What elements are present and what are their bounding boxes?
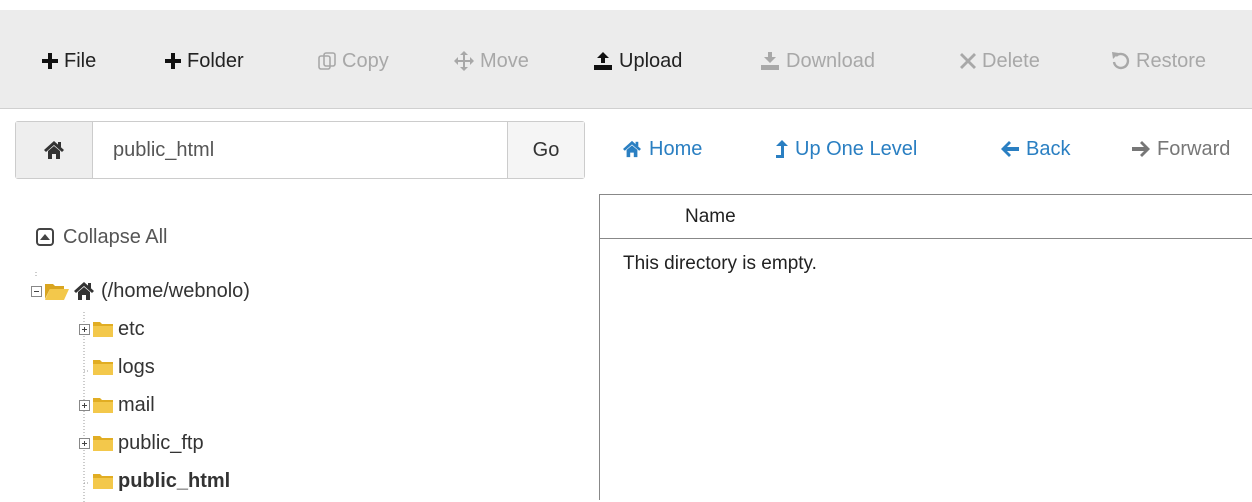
path-bar: Go bbox=[15, 121, 585, 179]
go-button[interactable]: Go bbox=[507, 122, 584, 178]
tree-item-label: mail bbox=[118, 394, 155, 416]
new-folder-label: Folder bbox=[187, 50, 244, 72]
nav-forward-link[interactable]: Forward bbox=[1132, 134, 1230, 164]
folder-icon bbox=[93, 360, 113, 375]
tree-item-public-html[interactable]: public_html bbox=[92, 466, 230, 496]
tree-item-logs[interactable]: logs bbox=[92, 352, 155, 382]
tree-item-public-ftp[interactable]: public_ftp bbox=[79, 428, 204, 458]
arrow-left-icon bbox=[1001, 141, 1019, 157]
collapse-all-label: Collapse All bbox=[63, 226, 168, 248]
plus-icon bbox=[165, 53, 181, 69]
folder-open-icon bbox=[45, 284, 69, 300]
collapse-all-button[interactable]: Collapse All bbox=[36, 222, 168, 252]
download-icon bbox=[761, 52, 779, 70]
copy-button[interactable]: Copy bbox=[318, 46, 389, 76]
collapse-expander-icon[interactable] bbox=[31, 285, 42, 297]
delete-label: Delete bbox=[982, 50, 1040, 72]
column-header-name[interactable]: Name bbox=[685, 195, 736, 239]
tree-item-label: etc bbox=[118, 318, 145, 340]
restore-button[interactable]: Restore bbox=[1112, 46, 1206, 76]
tree-item-label: logs bbox=[118, 356, 155, 378]
folder-icon bbox=[93, 398, 113, 413]
expand-plus-icon[interactable] bbox=[79, 399, 90, 411]
file-list-header: Name bbox=[600, 195, 1252, 239]
path-input[interactable] bbox=[93, 122, 508, 178]
new-file-button[interactable]: File bbox=[42, 46, 96, 76]
tree-item-mail[interactable]: mail bbox=[79, 390, 155, 420]
expand-plus-icon[interactable] bbox=[79, 437, 90, 449]
arrow-right-icon bbox=[1132, 141, 1150, 157]
tree-item-label: public_html bbox=[118, 470, 231, 492]
move-label: Move bbox=[480, 50, 529, 72]
download-button[interactable]: Download bbox=[760, 46, 875, 76]
tree-connector-lines bbox=[35, 272, 90, 502]
delete-icon bbox=[960, 53, 976, 69]
copy-icon bbox=[318, 52, 336, 70]
upload-label: Upload bbox=[619, 50, 683, 72]
tree-root[interactable]: (/home/webnolo) bbox=[31, 276, 250, 306]
restore-icon bbox=[1112, 52, 1130, 70]
toolbar: File Folder Copy Move Upload Download De… bbox=[0, 10, 1252, 109]
plus-icon bbox=[42, 53, 58, 69]
empty-directory-message: This directory is empty. bbox=[623, 253, 817, 274]
upload-button[interactable]: Upload bbox=[593, 46, 682, 76]
delete-button[interactable]: Delete bbox=[960, 46, 1040, 76]
path-home-button[interactable] bbox=[16, 122, 93, 178]
tree-item-label: public_ftp bbox=[118, 432, 204, 454]
nav-home-label: Home bbox=[649, 138, 703, 160]
nav-back-link[interactable]: Back bbox=[1001, 134, 1070, 164]
folder-icon bbox=[93, 436, 113, 451]
move-button[interactable]: Move bbox=[454, 46, 529, 76]
level-up-icon bbox=[776, 140, 788, 158]
new-folder-button[interactable]: Folder bbox=[165, 46, 244, 76]
collapse-icon bbox=[36, 228, 54, 246]
file-list-panel: Name This directory is empty. bbox=[599, 194, 1252, 500]
tree-item-etc[interactable]: etc bbox=[79, 314, 145, 344]
nav-back-label: Back bbox=[1026, 138, 1071, 160]
folder-icon bbox=[93, 474, 113, 489]
download-label: Download bbox=[786, 50, 875, 72]
home-icon bbox=[74, 282, 94, 300]
new-file-label: File bbox=[64, 50, 97, 72]
home-icon bbox=[623, 140, 641, 158]
expand-plus-icon[interactable] bbox=[79, 323, 90, 335]
tree-root-label: (/home/webnolo) bbox=[101, 280, 250, 302]
nav-forward-label: Forward bbox=[1157, 138, 1231, 160]
nav-up-one-level-label: Up One Level bbox=[795, 138, 918, 160]
nav-home-link[interactable]: Home bbox=[622, 134, 702, 164]
folder-icon bbox=[93, 322, 113, 337]
upload-icon bbox=[594, 52, 612, 70]
copy-label: Copy bbox=[342, 50, 389, 72]
move-icon bbox=[454, 51, 474, 71]
home-icon bbox=[44, 141, 64, 159]
restore-label: Restore bbox=[1136, 50, 1207, 72]
nav-up-one-level-link[interactable]: Up One Level bbox=[776, 134, 917, 164]
